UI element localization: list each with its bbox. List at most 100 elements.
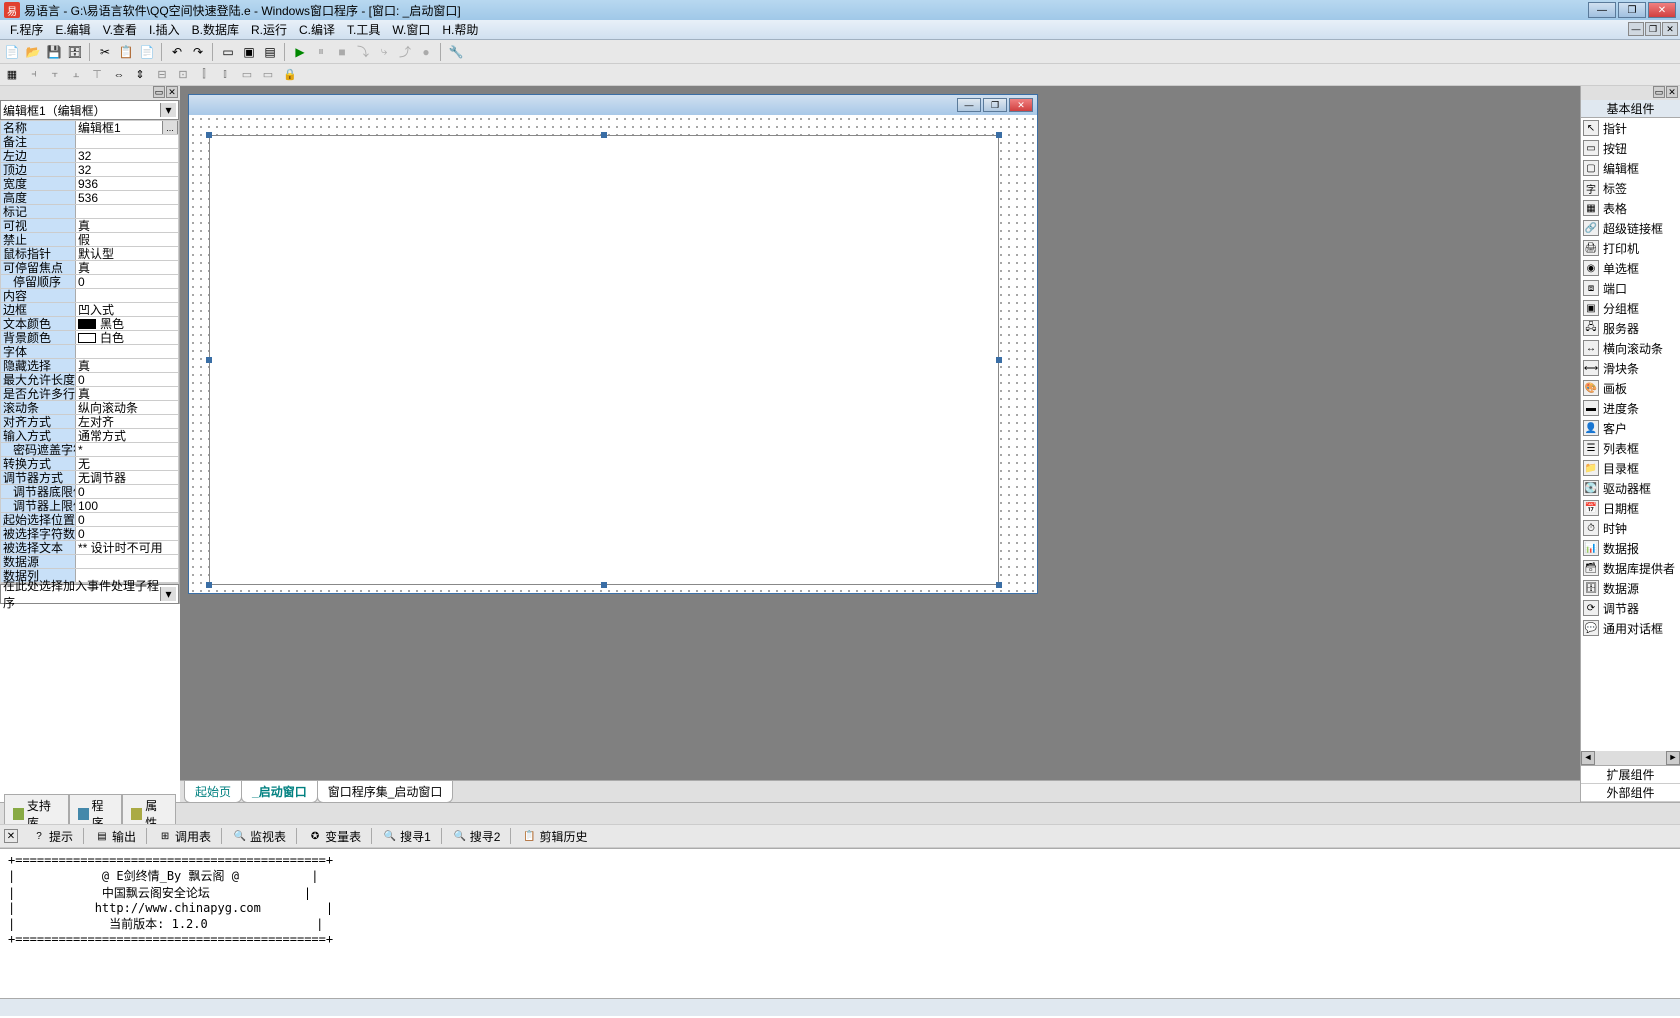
component-item[interactable]: ▭按钮	[1581, 138, 1680, 158]
component-item[interactable]: 📁目录框	[1581, 458, 1680, 478]
tab-output[interactable]: ▤输出	[89, 826, 142, 847]
resize-handle[interactable]	[996, 132, 1002, 138]
resize-handle[interactable]	[996, 357, 1002, 363]
lock-icon[interactable]: 🔒	[280, 66, 300, 84]
panel-close-icon[interactable]: ✕	[166, 86, 178, 98]
property-row[interactable]: 备注	[1, 135, 178, 149]
form-icon[interactable]: ▣	[239, 42, 259, 62]
maximize-button[interactable]: ❐	[1618, 2, 1646, 18]
grid-icon[interactable]: ▦	[2, 66, 22, 84]
output-close-icon[interactable]: ✕	[4, 829, 18, 843]
property-value[interactable]: 真	[76, 387, 178, 400]
output-panel[interactable]: +=======================================…	[0, 848, 1680, 998]
center-v-icon[interactable]: ⊡	[173, 66, 193, 84]
property-value[interactable]: 左对齐	[76, 415, 178, 428]
property-value[interactable]	[76, 555, 178, 568]
more-button[interactable]: ...	[162, 121, 178, 134]
property-value[interactable]: 无	[76, 457, 178, 470]
new-icon[interactable]: 📄	[2, 42, 22, 62]
component-item[interactable]: 📅日期框	[1581, 498, 1680, 518]
property-row[interactable]: 可视真	[1, 219, 178, 233]
property-row[interactable]: 顶边32	[1, 163, 178, 177]
property-value[interactable]: 白色	[76, 331, 178, 344]
property-value[interactable]: 凹入式	[76, 303, 178, 316]
property-row[interactable]: 对齐方式左对齐	[1, 415, 178, 429]
component-item[interactable]: ▦表格	[1581, 198, 1680, 218]
property-row[interactable]: 数据源	[1, 555, 178, 569]
property-row[interactable]: 起始选择位置0	[1, 513, 178, 527]
run-icon[interactable]: ▶	[290, 42, 310, 62]
copy-icon[interactable]: 📋	[116, 42, 136, 62]
tab-startup-window[interactable]: _启动窗口	[241, 780, 318, 803]
property-row[interactable]: 最大允许长度0	[1, 373, 178, 387]
component-item[interactable]: ▬进度条	[1581, 398, 1680, 418]
spacing2-icon[interactable]: ⫾	[215, 66, 235, 84]
property-value[interactable]	[76, 345, 178, 358]
component-item[interactable]: ⟷滑块条	[1581, 358, 1680, 378]
resize-handle[interactable]	[206, 132, 212, 138]
tab-watch[interactable]: 🔍监视表	[227, 826, 292, 847]
component-item[interactable]: ▢编辑框	[1581, 158, 1680, 178]
property-value[interactable]: *	[76, 443, 178, 456]
send-back-icon[interactable]: ▭	[258, 66, 278, 84]
property-row[interactable]: 内容	[1, 289, 178, 303]
cut-icon[interactable]: ✂	[95, 42, 115, 62]
tab-calltable[interactable]: ⊞调用表	[152, 826, 217, 847]
property-value[interactable]	[76, 289, 178, 302]
property-row[interactable]: 停留顺序0	[1, 275, 178, 289]
window-icon[interactable]: ▭	[218, 42, 238, 62]
property-value[interactable]: 0	[76, 275, 178, 288]
bring-front-icon[interactable]: ▭	[237, 66, 257, 84]
stepinto-icon[interactable]: ⤷	[374, 42, 394, 62]
form-client-area[interactable]	[189, 115, 1037, 593]
menu-view[interactable]: V.查看	[97, 19, 143, 40]
menu-database[interactable]: B.数据库	[186, 19, 245, 40]
component-item[interactable]: 字标签	[1581, 178, 1680, 198]
align-top-icon[interactable]: ⊤	[87, 66, 107, 84]
property-value[interactable]: 536	[76, 191, 178, 204]
palette-header[interactable]: 基本组件	[1581, 100, 1680, 118]
tab-window-procset[interactable]: 窗口程序集_启动窗口	[317, 780, 454, 803]
component-item[interactable]: ◉单选框	[1581, 258, 1680, 278]
dropdown-arrow-icon[interactable]: ▾	[160, 587, 176, 601]
component-item[interactable]: 🔗超级链接框	[1581, 218, 1680, 238]
same-width-icon[interactable]: ⇔	[109, 66, 129, 84]
property-row[interactable]: 是否允许多行真	[1, 387, 178, 401]
property-value[interactable]: 编辑框1...	[76, 121, 178, 134]
component-item[interactable]: ↔横向滚动条	[1581, 338, 1680, 358]
menu-window[interactable]: W.窗口	[386, 19, 436, 40]
breakpoint-icon[interactable]: ●	[416, 42, 436, 62]
align-left-icon[interactable]: ⫞	[24, 66, 44, 84]
property-row[interactable]: 密码遮盖字符*	[1, 443, 178, 457]
component-item[interactable]: 🖨打印机	[1581, 238, 1680, 258]
spacing-icon[interactable]: ⫿	[194, 66, 214, 84]
property-row[interactable]: 被选择字符数0	[1, 527, 178, 541]
property-value[interactable]: 默认型	[76, 247, 178, 260]
menu-run[interactable]: R.运行	[245, 19, 293, 40]
component-item[interactable]: ⟳调节器	[1581, 598, 1680, 618]
property-value[interactable]: 936	[76, 177, 178, 190]
property-row[interactable]: 可停留焦点真	[1, 261, 178, 275]
form-minimize-button[interactable]: —	[957, 98, 981, 112]
property-row[interactable]: 输入方式通常方式	[1, 429, 178, 443]
undo-icon[interactable]: ↶	[167, 42, 187, 62]
property-row[interactable]: 转换方式无	[1, 457, 178, 471]
property-row[interactable]: 隐藏选择真	[1, 359, 178, 373]
mdi-restore[interactable]: ❐	[1645, 22, 1661, 36]
editbox-control[interactable]	[209, 135, 999, 585]
property-row[interactable]: 调节器上限值100	[1, 499, 178, 513]
scroll-left-icon[interactable]: ◄	[1581, 751, 1595, 765]
tab-search1[interactable]: 🔍搜寻1	[377, 826, 437, 847]
property-value[interactable]: 100	[76, 499, 178, 512]
property-row[interactable]: 名称编辑框1...	[1, 121, 178, 135]
center-h-icon[interactable]: ⊟	[152, 66, 172, 84]
property-row[interactable]: 标记	[1, 205, 178, 219]
same-height-icon[interactable]: ⇕	[130, 66, 150, 84]
resize-handle[interactable]	[601, 582, 607, 588]
stepout-icon[interactable]: ⤴	[395, 42, 415, 62]
property-value[interactable]: 假	[76, 233, 178, 246]
code-icon[interactable]: ▤	[260, 42, 280, 62]
property-row[interactable]: 鼠标指针默认型	[1, 247, 178, 261]
property-value[interactable]: 0	[76, 527, 178, 540]
tab-cliphistory[interactable]: 📋剪辑历史	[516, 826, 593, 847]
